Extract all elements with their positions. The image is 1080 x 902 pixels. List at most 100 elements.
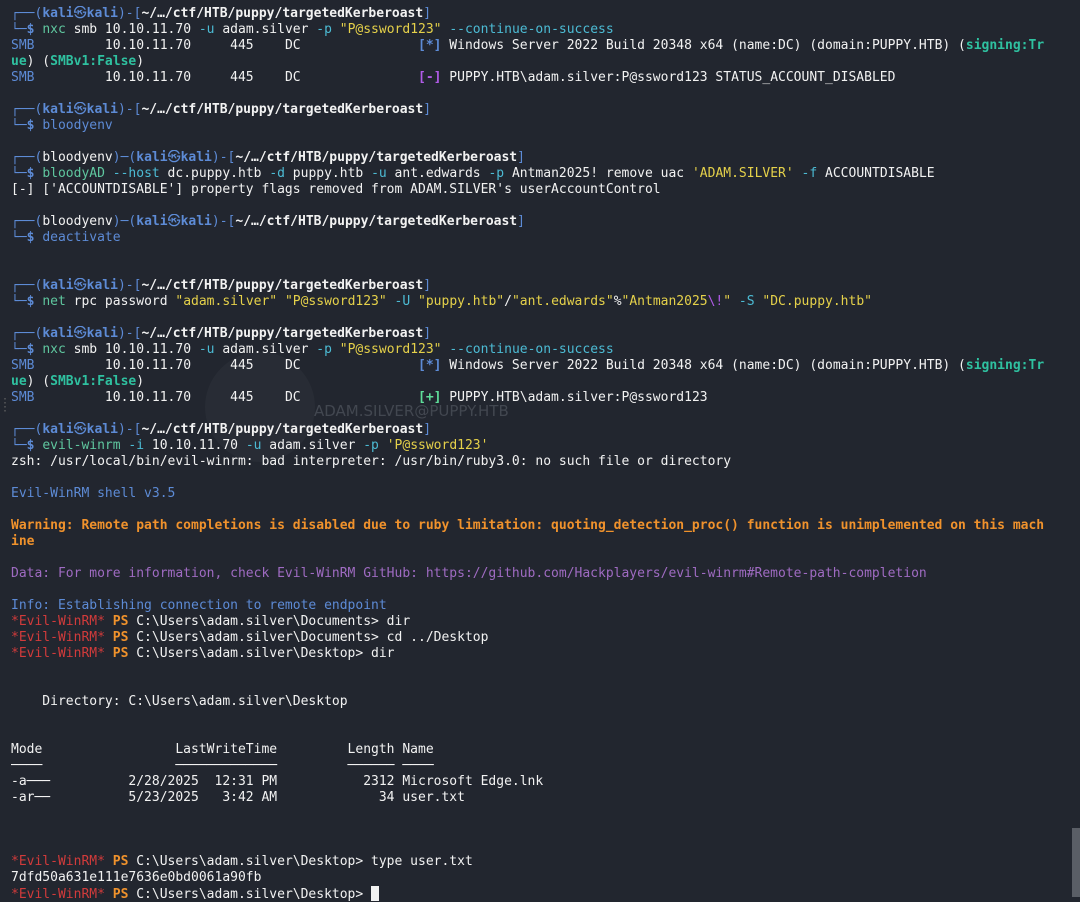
prompt-at-icon: ㉿ [73, 6, 87, 21]
prompt-at-icon: ㉿ [167, 150, 181, 165]
prompt-bracket: )-[ [117, 422, 142, 437]
venv-paren: )─ [112, 214, 129, 229]
text-segment: [*] [418, 358, 442, 373]
terminal-line: -ar── 5/23/2025 3:42 AM 34 user.txt [11, 790, 1080, 806]
terminal-line: ue) (SMBv1:False) [11, 374, 1080, 390]
text-segment: --continue-on-success [449, 342, 614, 357]
text-segment: net [42, 294, 66, 309]
text-segment: -u [371, 166, 387, 181]
terminal-line: └─$ bloodyAD --host dc.puppy.htb -d pupp… [11, 166, 1080, 182]
text-segment: -p [363, 438, 379, 453]
text-segment: *Evil-WinRM* [11, 646, 105, 661]
text-segment: Data: For more information, check Evil-W… [11, 566, 927, 581]
terminal-line: *Evil-WinRM* PS C:\Users\adam.silver\Doc… [11, 630, 1080, 646]
text-segment: -p [316, 342, 332, 357]
prompt-path: ~/…/ctf/HTB/puppy/targetedKerberoast [141, 278, 424, 293]
text-segment: adam.silver [214, 22, 317, 37]
text-segment: signing:Tr [965, 38, 1045, 53]
prompt-bracket: )-[ [211, 214, 236, 229]
prompt-host: kali [86, 326, 118, 341]
prompt-bracket: )-[ [117, 278, 142, 293]
prompt-at-icon: ㉿ [73, 422, 87, 437]
text-segment: dc.puppy.htb [159, 166, 270, 181]
text-segment: *Evil-WinRM* [11, 614, 105, 629]
prompt-bracket: ] [423, 422, 432, 437]
text-segment: -S [738, 294, 755, 309]
terminal-line: Data: For more information, check Evil-W… [11, 566, 1080, 582]
prompt-bracket: )-[ [117, 326, 142, 341]
text-segment: "P@ssword123" [339, 342, 442, 357]
text-segment: ) [136, 54, 145, 69]
text-segment: ine [11, 534, 35, 549]
prompt-corner: ┌── [11, 422, 35, 437]
terminal-line: [-] ['ACCOUNTDISABLE'] property flags re… [11, 182, 1080, 198]
text-segment: 'P@ssword123' [386, 438, 489, 453]
text-segment: Evil-WinRM shell v3.5 [11, 486, 176, 501]
prompt-bracket: ] [517, 214, 525, 229]
terminal-line: ┌──(kali㉿kali)-[~/…/ctf/HTB/puppy/target… [11, 102, 1080, 118]
text-segment: % [613, 294, 622, 309]
text-segment: 10.10.11.70 [144, 438, 246, 453]
terminal-line: ┌──(kali㉿kali)-[~/…/ctf/HTB/puppy/target… [11, 278, 1080, 294]
text-segment: C:\Users\adam.silver\Desktop> type user.… [128, 854, 473, 869]
prompt-path: ~/…/ctf/HTB/puppy/targetedKerberoast [235, 214, 518, 229]
cursor-block [371, 886, 380, 901]
prompt-host: kali [180, 150, 212, 165]
text-segment: $ [26, 118, 43, 133]
terminal-line: *Evil-WinRM* PS C:\Users\adam.silver\Des… [11, 854, 1080, 870]
terminal-line: ine [11, 534, 1080, 550]
text-segment: *Evil-WinRM* [11, 630, 105, 645]
prompt-host: kali [86, 422, 118, 437]
text-segment: 10.10.11.70 445 DC [34, 38, 418, 53]
text-segment: "DC.puppy.htb" [762, 294, 872, 309]
text-segment: 7dfd50a631e111e7636e0bd0061a90fb [11, 870, 262, 885]
text-segment: -ar── 5/23/2025 3:42 AM 34 user.txt [11, 790, 465, 805]
text-segment: -i [128, 438, 145, 453]
text-segment: *Evil-WinRM* [11, 854, 105, 869]
terminal-line: SMB 10.10.11.70 445 DC [*] Windows Serve… [11, 358, 1080, 374]
text-segment: Info: Establishing connection to remote … [11, 598, 387, 613]
prompt-user: kali [42, 422, 74, 437]
terminal-line: ┌──(bloodyenv)─(kali㉿kali)-[~/…/ctf/HTB/… [11, 214, 1080, 230]
text-segment: *Evil-WinRM* [11, 887, 105, 902]
text-segment: ) [136, 374, 145, 389]
text-segment: -u [245, 438, 262, 453]
terminal-line: └─$ net rpc password "adam.silver" "P@ss… [11, 294, 1080, 310]
text-segment: └─ [11, 22, 27, 37]
prompt-path: ~/…/ctf/HTB/puppy/targetedKerberoast [235, 150, 518, 165]
text-segment: SMB [11, 70, 35, 85]
terminal-line: └─$ nxc smb 10.10.11.70 -u adam.silver -… [11, 342, 1080, 358]
text-segment: Windows Server 2022 Build 20348 x64 (nam… [441, 38, 966, 53]
prompt-user: kali [42, 6, 74, 21]
prompt-user: kali [42, 278, 74, 293]
text-segment [794, 166, 802, 181]
terminal-line: Info: Establishing connection to remote … [11, 598, 1080, 614]
text-segment: SMBv1:False [50, 374, 137, 389]
text-segment [277, 294, 285, 309]
prompt-path: ~/…/ctf/HTB/puppy/targetedKerberoast [141, 326, 424, 341]
prompt-host: kali [86, 102, 118, 117]
text-segment: PS [104, 887, 129, 902]
text-segment: --host [112, 166, 160, 181]
terminal-output[interactable]: ┌──(kali㉿kali)-[~/…/ctf/HTB/puppy/target… [11, 6, 1080, 902]
terminal-line: ue) (SMBv1:False) [11, 54, 1080, 70]
text-segment: └─ [11, 166, 27, 181]
text-segment: └─ [11, 294, 27, 309]
text-segment [332, 342, 340, 357]
text-segment: "adam.silver" [175, 294, 278, 309]
text-segment: C:\Users\adam.silver\Desktop> dir [128, 646, 395, 661]
text-segment [105, 166, 113, 181]
scrollbar-thumb[interactable] [1072, 828, 1080, 897]
text-segment: smb 10.10.11.70 [65, 22, 199, 37]
text-segment: 'ADAM.SILVER' [691, 166, 794, 181]
text-segment: PS [104, 630, 129, 645]
